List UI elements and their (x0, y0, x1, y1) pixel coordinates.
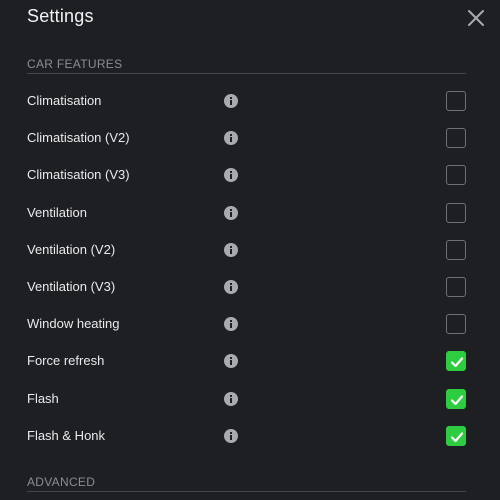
feature-row: Ventilation (0, 195, 500, 232)
close-button[interactable] (465, 7, 487, 29)
feature-label: Flash & Honk (27, 427, 106, 443)
feature-checkbox[interactable] (446, 128, 466, 149)
feature-label: Climatisation (V3) (27, 167, 130, 183)
feature-row: Climatisation (V2) (0, 120, 500, 157)
feature-label: Window heating (27, 316, 120, 332)
dialog-header: Settings (0, 0, 500, 36)
feature-checkbox[interactable] (446, 314, 466, 335)
feature-row: Climatisation (0, 83, 500, 120)
feature-checkbox[interactable] (446, 425, 466, 446)
feature-checkbox[interactable] (446, 351, 466, 372)
feature-label: Flash (27, 390, 59, 406)
checkmark-icon (450, 357, 464, 368)
info-icon[interactable] (224, 131, 238, 146)
section-header-advanced: ADVANCED (27, 475, 96, 489)
feature-checkbox[interactable] (446, 165, 466, 186)
settings-dialog: Settings CAR FEATURES Climatisation Clima… (0, 0, 500, 500)
feature-row: Force refresh (0, 343, 500, 380)
feature-row: Window heating (0, 306, 500, 343)
info-icon[interactable] (224, 428, 238, 443)
feature-label: Ventilation (27, 204, 87, 220)
checkmark-icon (450, 432, 464, 442)
feature-label: Climatisation (27, 93, 102, 108)
section-header-car-features: CAR FEATURES (27, 57, 123, 71)
feature-checkbox[interactable] (446, 277, 466, 297)
feature-row: Climatisation (V3) (0, 157, 500, 194)
info-icon[interactable] (224, 205, 238, 220)
feature-checkbox[interactable] (446, 388, 466, 409)
feature-checkbox[interactable] (446, 239, 466, 260)
info-icon[interactable] (224, 280, 238, 294)
feature-row: Ventilation (V3) (0, 269, 500, 306)
feature-label: Climatisation (V2) (27, 130, 130, 146)
info-icon[interactable] (224, 168, 238, 183)
info-icon[interactable] (224, 242, 238, 257)
info-icon[interactable] (224, 317, 238, 332)
section-divider (27, 73, 466, 74)
feature-row: Flash & Honk (0, 418, 500, 455)
info-icon[interactable] (224, 354, 238, 369)
info-icon[interactable] (224, 391, 238, 406)
dialog-title: Settings (27, 6, 94, 26)
info-icon[interactable] (224, 94, 238, 108)
feature-row: Ventilation (V2) (0, 232, 500, 269)
section-divider (27, 491, 466, 492)
feature-checkbox[interactable] (446, 91, 466, 111)
feature-label: Ventilation (V2) (27, 241, 116, 257)
feature-label: Force refresh (27, 353, 105, 369)
feature-checkbox[interactable] (446, 202, 466, 223)
feature-row: Flash (0, 381, 500, 418)
feature-label: Ventilation (V3) (27, 279, 116, 294)
close-icon (468, 10, 484, 26)
checkmark-icon (450, 394, 464, 405)
